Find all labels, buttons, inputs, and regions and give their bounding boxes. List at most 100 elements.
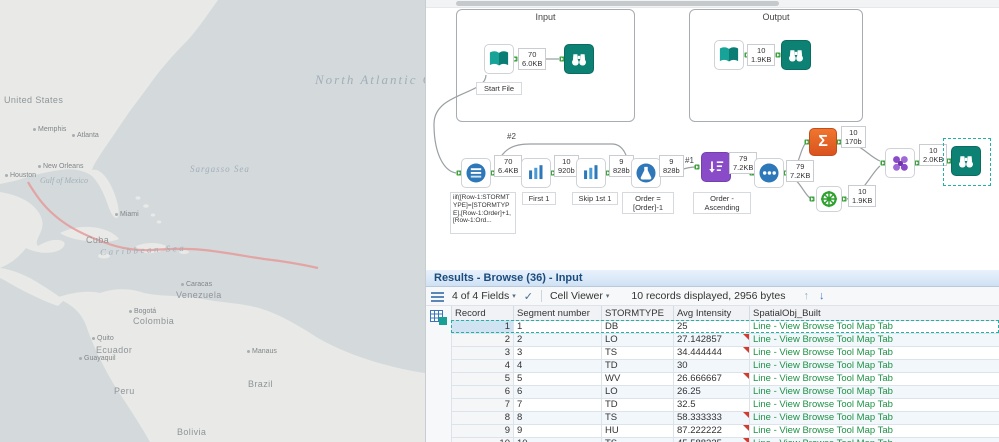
layout-options-icon[interactable]: [431, 291, 444, 302]
table-view-icon[interactable]: [430, 310, 447, 325]
formula-tool[interactable]: [631, 158, 661, 188]
spatial-link[interactable]: Line - View Browse Tool Map Tab: [749, 333, 999, 347]
spatial-link[interactable]: Line - View Browse Tool Map Tab: [749, 424, 999, 438]
tool-caption[interactable]: Order = [Order]-1: [622, 192, 674, 214]
stormtype-cell[interactable]: TD: [601, 398, 674, 412]
spatial-link[interactable]: Line - View Browse Tool Map Tab: [749, 411, 999, 425]
spatial-link[interactable]: Line - View Browse Tool Map Tab: [749, 346, 999, 360]
record-cell[interactable]: 2: [451, 333, 514, 347]
stormtype-cell[interactable]: TD: [601, 359, 674, 373]
avg-intensity-cell[interactable]: 34.444444: [673, 346, 750, 360]
record-count-annotation[interactable]: 70 6.0KB: [518, 48, 547, 70]
segment-cell[interactable]: 8: [513, 411, 602, 425]
avg-intensity-cell[interactable]: 45.588235: [673, 437, 750, 442]
join-multiple-tool[interactable]: [885, 148, 915, 178]
segment-cell[interactable]: 1: [513, 320, 602, 334]
avg-intensity-cell[interactable]: 32.5: [673, 398, 750, 412]
input-data-tool[interactable]: [714, 40, 744, 70]
segment-cell[interactable]: 4: [513, 359, 602, 373]
record-cell[interactable]: 9: [451, 424, 514, 438]
record-count-annotation[interactable]: 10 920b: [554, 155, 579, 177]
table-row[interactable]: 2 2 LO 27.142857 Line - View Browse Tool…: [451, 333, 999, 347]
avg-intensity-cell[interactable]: 58.333333: [673, 411, 750, 425]
avg-intensity-cell[interactable]: 26.666667: [673, 372, 750, 386]
record-count-annotation[interactable]: 9 828b: [609, 155, 634, 177]
tool-caption[interactable]: Skip 1st 1: [572, 192, 618, 205]
spatial-link[interactable]: Line - View Browse Tool Map Tab: [749, 385, 999, 399]
segment-cell[interactable]: 6: [513, 385, 602, 399]
stormtype-cell[interactable]: TS: [601, 346, 674, 360]
tool-caption[interactable]: Order - Ascending: [693, 192, 751, 214]
record-count-annotation[interactable]: 10 1.9KB: [848, 185, 877, 207]
table-row[interactable]: 1 1 DB 25 Line - View Browse Tool Map Ta…: [451, 320, 999, 334]
browse-tool-selected[interactable]: [951, 146, 981, 176]
avg-intensity-cell[interactable]: 25: [673, 320, 750, 334]
stormtype-cell[interactable]: TS: [601, 411, 674, 425]
table-row[interactable]: 3 3 TS 34.444444 Line - View Browse Tool…: [451, 346, 999, 360]
scroll-up-icon[interactable]: ↑: [803, 290, 809, 302]
workflow-canvas[interactable]: Input Output #2 #1 70 6.0KB Start File 1…: [425, 0, 999, 270]
table-row[interactable]: 9 9 HU 87.222222 Line - View Browse Tool…: [451, 424, 999, 438]
avg-intensity-cell[interactable]: 26.25: [673, 385, 750, 399]
record-cell[interactable]: 7: [451, 398, 514, 412]
segment-cell[interactable]: 7: [513, 398, 602, 412]
table-row[interactable]: 7 7 TD 32.5 Line - View Browse Tool Map …: [451, 398, 999, 412]
tool-caption[interactable]: First 1: [522, 192, 556, 205]
record-cell[interactable]: 5: [451, 372, 514, 386]
table-row[interactable]: 4 4 TD 30 Line - View Browse Tool Map Ta…: [451, 359, 999, 373]
record-count-annotation[interactable]: 10 1.9KB: [747, 44, 776, 66]
browse-tool[interactable]: [564, 44, 594, 74]
segment-cell[interactable]: 5: [513, 372, 602, 386]
avg-intensity-cell[interactable]: 30: [673, 359, 750, 373]
stormtype-cell[interactable]: DB: [601, 320, 674, 334]
stormtype-cell[interactable]: WV: [601, 372, 674, 386]
spatial-link[interactable]: Line - View Browse Tool Map Tab: [749, 320, 999, 334]
record-cell[interactable]: 1: [451, 320, 514, 334]
segment-cell[interactable]: 10: [513, 437, 602, 442]
summarize-tool[interactable]: Σ: [809, 128, 837, 156]
spatial-link[interactable]: Line - View Browse Tool Map Tab: [749, 359, 999, 373]
column-header-segment[interactable]: Segment number: [513, 306, 602, 321]
cell-viewer-dropdown[interactable]: Cell Viewer ▾: [550, 290, 609, 302]
avg-intensity-cell[interactable]: 87.222222: [673, 424, 750, 438]
map-pane[interactable]: United States Memphis Atlanta New Orlean…: [0, 0, 425, 442]
column-header-avg-intensity[interactable]: Avg Intensity: [673, 306, 750, 321]
record-cell[interactable]: 6: [451, 385, 514, 399]
record-count-annotation[interactable]: 9 828b: [659, 155, 684, 177]
stormtype-cell[interactable]: LO: [601, 385, 674, 399]
poly-build-tool[interactable]: [816, 186, 842, 212]
input-data-tool[interactable]: [484, 44, 514, 74]
avg-intensity-cell[interactable]: 27.142857: [673, 333, 750, 347]
apply-check-icon[interactable]: ✓: [524, 290, 533, 303]
table-row[interactable]: 5 5 WV 26.666667 Line - View Browse Tool…: [451, 372, 999, 386]
record-cell[interactable]: 8: [451, 411, 514, 425]
record-cell[interactable]: 10: [451, 437, 514, 442]
spatial-link[interactable]: Line - View Browse Tool Map Tab: [749, 372, 999, 386]
sample-tool-skip[interactable]: [576, 158, 606, 188]
record-count-annotation[interactable]: 10 170b: [841, 126, 866, 148]
stormtype-cell[interactable]: LO: [601, 333, 674, 347]
tool-caption[interactable]: Start File: [476, 82, 522, 95]
running-total-tool[interactable]: [754, 158, 784, 188]
sort-tool[interactable]: [701, 152, 731, 182]
formula-annotation[interactable]: iif([Row-1:STORMTYPE]=[STORMTYPE],[Row-1…: [450, 192, 516, 234]
record-count-annotation[interactable]: 70 6.4KB: [494, 155, 523, 177]
sample-tool-first[interactable]: [521, 158, 551, 188]
multi-row-formula-tool[interactable]: [461, 158, 491, 188]
segment-cell[interactable]: 9: [513, 424, 602, 438]
column-header-stormtype[interactable]: STORMTYPE: [601, 306, 674, 321]
record-cell[interactable]: 4: [451, 359, 514, 373]
fields-dropdown[interactable]: 4 of 4 Fields ▾: [452, 290, 516, 302]
record-cell[interactable]: 3: [451, 346, 514, 360]
segment-cell[interactable]: 2: [513, 333, 602, 347]
table-row[interactable]: 10 10 TS 45.588235 Line - View Browse To…: [451, 437, 999, 442]
stormtype-cell[interactable]: HU: [601, 424, 674, 438]
record-count-annotation[interactable]: 79 7.2KB: [786, 160, 815, 182]
column-header-spatialobj[interactable]: SpatialObj_Built: [749, 306, 999, 321]
column-header-record[interactable]: Record: [451, 306, 514, 321]
spatial-link[interactable]: Line - View Browse Tool Map Tab: [749, 398, 999, 412]
segment-cell[interactable]: 3: [513, 346, 602, 360]
table-row[interactable]: 8 8 TS 58.333333 Line - View Browse Tool…: [451, 411, 999, 425]
scroll-down-icon[interactable]: ↓: [819, 290, 825, 302]
stormtype-cell[interactable]: TS: [601, 437, 674, 442]
